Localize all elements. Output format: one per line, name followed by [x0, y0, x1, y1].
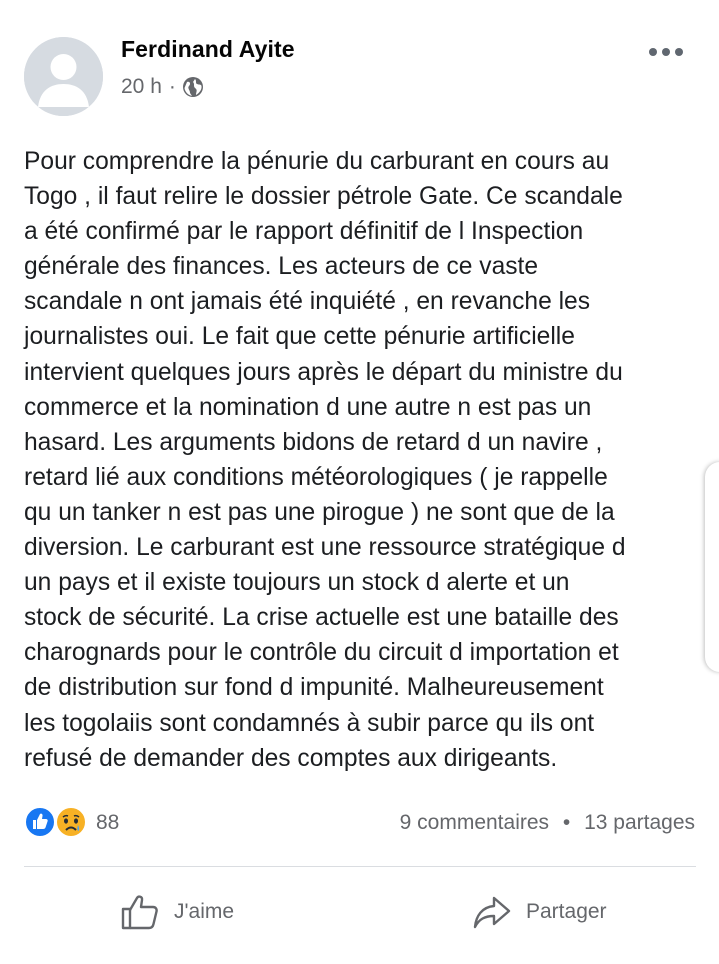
like-label: J'aime — [174, 900, 235, 923]
post-time[interactable]: 20 h — [121, 75, 162, 99]
share-arrow-icon — [473, 896, 511, 929]
globe-icon — [182, 76, 204, 98]
post-header: Ferdinand Ayite 20 h · — [0, 0, 719, 130]
reaction-count[interactable]: 88 — [96, 811, 119, 835]
comments-count[interactable]: 9 commentaires — [400, 811, 549, 834]
default-avatar-icon — [24, 37, 103, 116]
like-button[interactable]: J'aime — [120, 888, 234, 936]
post-text: Pour comprendre la pénurie du carburant … — [24, 148, 626, 772]
post-stats: 88 9 commentaires • 13 partages — [0, 800, 719, 844]
shares-count[interactable]: 13 partages — [584, 811, 695, 834]
comments-shares: 9 commentaires • 13 partages — [400, 811, 695, 835]
share-button[interactable]: Partager — [472, 888, 607, 936]
like-icon — [24, 806, 56, 838]
sad-icon — [55, 806, 87, 838]
post-meta: 20 h · — [121, 75, 204, 99]
author-name[interactable]: Ferdinand Ayite — [121, 36, 295, 63]
meta-separator: · — [168, 75, 176, 98]
edge-panel-handle[interactable] — [705, 462, 719, 672]
more-options-icon[interactable] — [648, 42, 684, 62]
avatar[interactable] — [24, 37, 103, 116]
share-label: Partager — [526, 900, 607, 923]
thumbs-up-icon — [121, 895, 158, 930]
stats-separator: • — [562, 811, 571, 834]
action-divider — [24, 866, 696, 867]
